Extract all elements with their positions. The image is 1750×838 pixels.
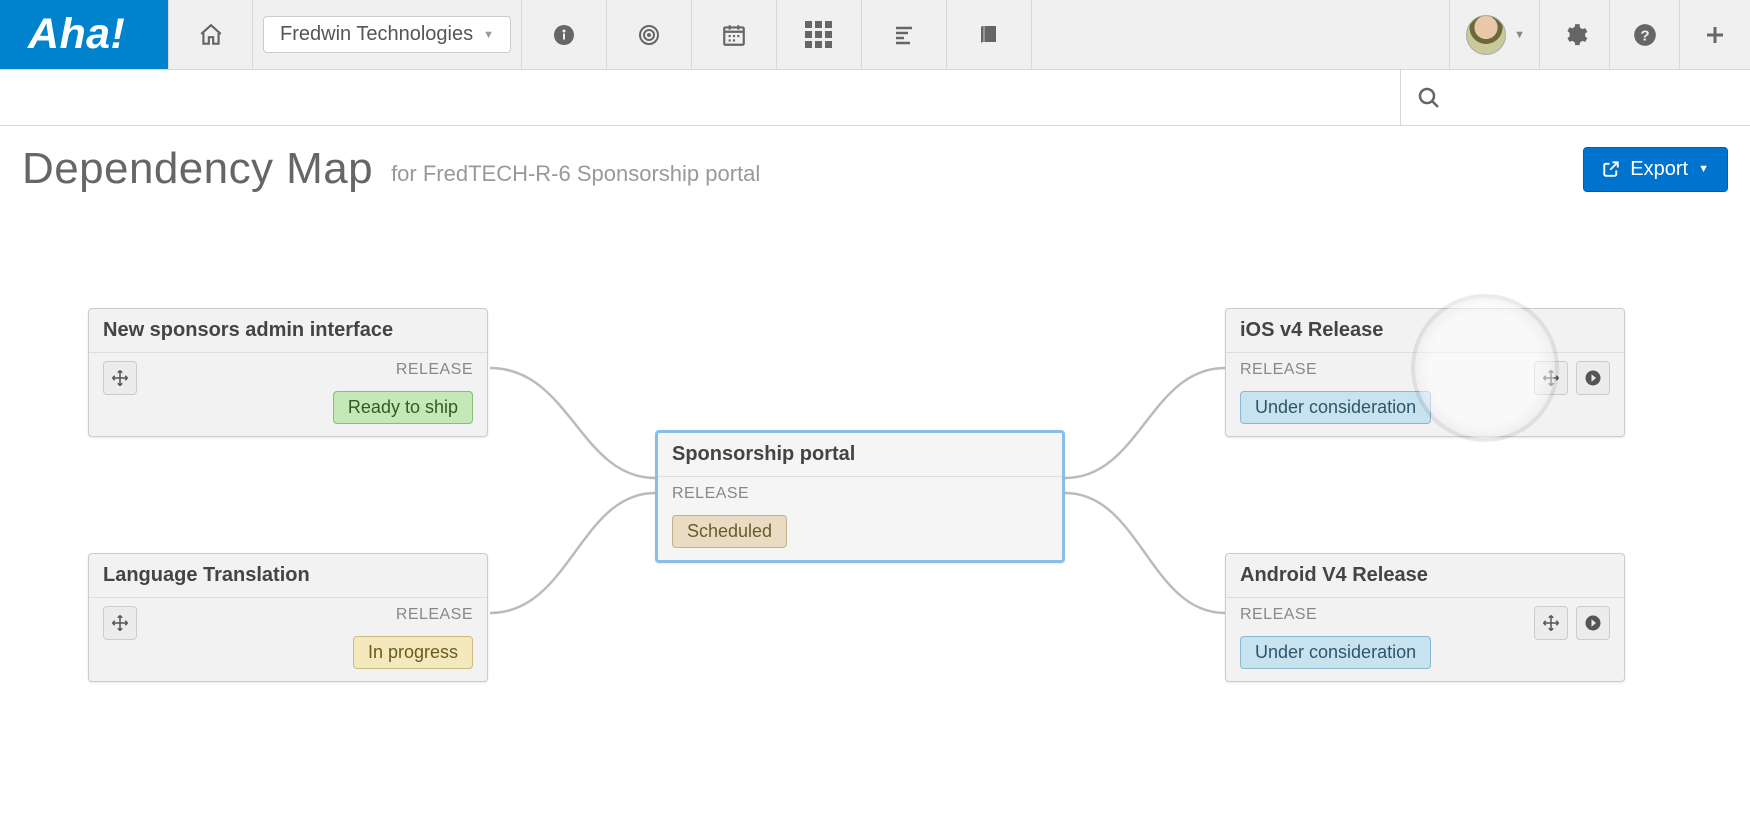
plus-icon[interactable] [1680, 0, 1750, 69]
status-badge: Scheduled [672, 515, 787, 548]
grid-icon[interactable] [777, 0, 862, 69]
info-icon[interactable] [522, 0, 607, 69]
node-title: Sponsorship portal [658, 433, 1062, 477]
dependency-node[interactable]: Language Translation RELEASE In progress [88, 553, 488, 682]
node-title: New sponsors admin interface [89, 309, 487, 353]
chevron-down-icon: ▼ [1698, 163, 1709, 175]
product-name: Fredwin Technologies [280, 23, 473, 46]
target-icon[interactable] [607, 0, 692, 69]
book-icon[interactable] [947, 0, 1032, 69]
node-title: Language Translation [89, 554, 487, 598]
drag-handle[interactable] [1534, 361, 1568, 395]
status-badge: In progress [353, 636, 473, 669]
avatar [1466, 15, 1506, 55]
help-icon[interactable]: ? [1610, 0, 1680, 69]
dependency-node[interactable]: iOS v4 Release RELEASE Under considerati… [1225, 308, 1625, 437]
page-title: Dependency Map [22, 144, 373, 194]
expand-right-icon[interactable] [1576, 606, 1610, 640]
node-type: RELEASE [396, 361, 473, 379]
dependency-node[interactable]: New sponsors admin interface RELEASE Rea… [88, 308, 488, 437]
node-type: RELEASE [1240, 361, 1317, 379]
chevron-down-icon: ▼ [1514, 29, 1525, 41]
drag-handle[interactable] [1534, 606, 1568, 640]
chevron-down-icon: ▼ [483, 29, 494, 41]
node-type: RELEASE [1240, 606, 1317, 624]
page-subtitle: for FredTECH-R-6 Sponsorship portal [391, 161, 760, 187]
search-icon [1417, 86, 1441, 110]
topbar: Aha! Fredwin Technologies ▼ ▼ ? [0, 0, 1750, 70]
home-icon[interactable] [168, 0, 253, 69]
status-badge: Under consideration [1240, 636, 1431, 669]
svg-text:?: ? [1640, 27, 1649, 44]
search-button[interactable] [1400, 70, 1750, 125]
node-type: RELEASE [396, 606, 473, 624]
node-type: RELEASE [672, 485, 749, 503]
dependency-canvas[interactable]: New sponsors admin interface RELEASE Rea… [0, 198, 1750, 838]
dependency-node[interactable]: Android V4 Release RELEASE Under conside… [1225, 553, 1625, 682]
logo[interactable]: Aha! [0, 0, 168, 69]
drag-handle[interactable] [103, 606, 137, 640]
calendar-icon[interactable] [692, 0, 777, 69]
report-icon[interactable] [862, 0, 947, 69]
status-badge: Under consideration [1240, 391, 1431, 424]
node-title: Android V4 Release [1226, 554, 1624, 598]
user-menu[interactable]: ▼ [1450, 0, 1540, 69]
export-label: Export [1630, 158, 1688, 181]
expand-right-icon[interactable] [1576, 361, 1610, 395]
export-button[interactable]: Export ▼ [1583, 147, 1728, 192]
share-icon [1602, 160, 1620, 178]
node-title: iOS v4 Release [1226, 309, 1624, 353]
status-badge: Ready to ship [333, 391, 473, 424]
subbar [0, 70, 1750, 126]
dependency-node-center[interactable]: Sponsorship portal RELEASE Scheduled [655, 430, 1065, 563]
product-picker[interactable]: Fredwin Technologies ▼ [253, 0, 522, 69]
drag-handle[interactable] [103, 361, 137, 395]
page-header: Dependency Map for FredTECH-R-6 Sponsors… [0, 126, 1750, 198]
gear-icon[interactable] [1540, 0, 1610, 69]
